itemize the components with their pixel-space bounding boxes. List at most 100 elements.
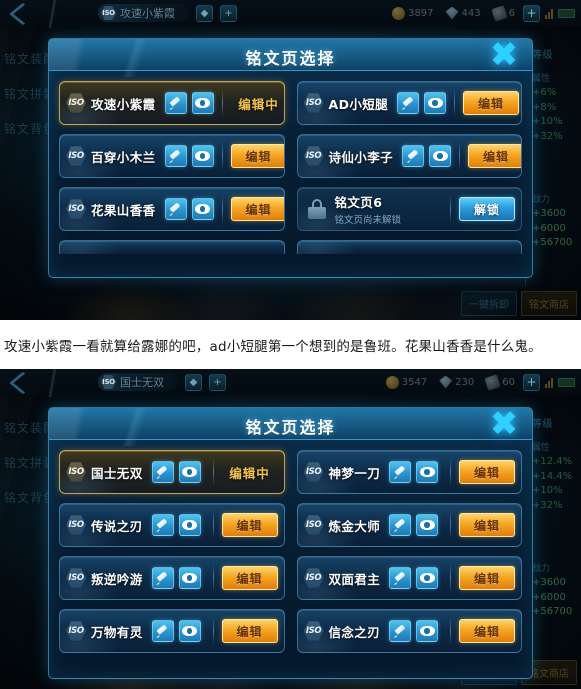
add-resource-button[interactable]: + — [523, 4, 540, 22]
rune-page-card[interactable]: ISO 国士无双 编辑中 — [59, 450, 285, 494]
resource-ticket[interactable]: 60 — [484, 373, 515, 391]
preview-eye-icon[interactable] — [178, 461, 201, 483]
rune-page-card[interactable]: ISO 百穿小木兰 编辑 — [59, 134, 285, 178]
tag-icon[interactable]: ◆ — [185, 373, 202, 391]
divider — [454, 89, 456, 117]
iso-badge-icon: ISO — [66, 621, 86, 641]
stat-value: +14.4% — [532, 470, 573, 482]
back-button[interactable] — [0, 0, 68, 28]
iso-badge-icon: ISO — [66, 93, 86, 113]
preview-eye-icon[interactable] — [416, 620, 439, 642]
rename-pen-icon[interactable] — [164, 198, 187, 220]
resource-gold[interactable]: 3897 — [392, 6, 434, 20]
player-nameplate[interactable]: ISO 攻速小紫霞 — [98, 4, 189, 22]
edit-button[interactable]: 编辑 — [463, 91, 520, 115]
edit-button[interactable]: 编辑 — [459, 460, 515, 484]
pen-glyph — [156, 625, 169, 638]
edit-button[interactable]: 编辑 — [459, 566, 515, 590]
rune-page-card[interactable]: ISO 诗仙小李子 编辑 — [296, 134, 522, 178]
edit-button[interactable]: 编辑 — [468, 144, 522, 168]
rune-page-card-partial[interactable] — [296, 240, 522, 254]
page-root: ISO 攻速小紫霞 ◆ + 3897 443 6 + 铭文装配 铭文拼装 铭文背… — [0, 0, 581, 689]
gold-coin-icon — [392, 6, 406, 20]
player-nameplate[interactable]: ISO 国士无双 — [98, 373, 178, 391]
rune-page-card[interactable]: ISO 叛逆吟游 编辑 — [59, 556, 285, 600]
resource-gold[interactable]: 3547 — [385, 375, 427, 389]
unlock-button[interactable]: 解锁 — [459, 197, 515, 221]
rune-page-select-dialog: 铭文页选择 ✖ ISO 攻速小紫霞 编辑中 ISO AD小短腿 编辑 ISO 百… — [48, 38, 533, 278]
rune-shop-button[interactable]: 铭文商店 — [521, 291, 577, 316]
card-action: 编辑 — [214, 195, 284, 223]
edit-button[interactable]: 编辑 — [221, 513, 278, 537]
card-action: 编辑 — [214, 142, 284, 170]
stats-panel: 等级 属性 +12.4% +14.4% +10% +32% 战力 +3600 +… — [525, 415, 581, 655]
rename-pen-icon[interactable] — [151, 514, 174, 536]
stats-group1-label: 属性 — [532, 443, 551, 453]
iso-badge-icon: ISO — [66, 568, 86, 588]
resource-diamond[interactable]: 230 — [439, 375, 474, 389]
preview-eye-icon[interactable] — [191, 92, 214, 114]
preview-eye-icon[interactable] — [416, 514, 439, 536]
edit-button[interactable]: 编辑 — [230, 197, 284, 221]
preview-eye-icon[interactable] — [191, 198, 214, 220]
rune-page-card-locked[interactable]: 铭文页6 铭文页尚未解锁 解锁 — [296, 187, 522, 231]
preview-eye-icon[interactable] — [429, 145, 452, 167]
card-icon-buttons — [389, 514, 439, 536]
resource-diamond[interactable]: 443 — [445, 6, 481, 20]
card-icon-buttons — [389, 567, 439, 589]
edit-button[interactable]: 编辑 — [230, 144, 284, 168]
dismantle-all-button[interactable]: 一键拆卸 — [461, 291, 517, 316]
edit-button[interactable]: 编辑 — [459, 619, 515, 643]
pen-glyph — [402, 97, 415, 110]
rename-pen-icon[interactable] — [151, 461, 174, 483]
resource-counters: 3547 230 60 — [385, 373, 515, 391]
rename-pen-icon[interactable] — [402, 145, 425, 167]
card-icon-buttons — [389, 620, 439, 642]
rename-pen-icon[interactable] — [397, 92, 420, 114]
back-button[interactable] — [0, 369, 68, 397]
rename-pen-icon[interactable] — [151, 620, 174, 642]
rename-pen-icon[interactable] — [164, 145, 187, 167]
add-resource-button[interactable]: + — [523, 373, 540, 391]
eye-glyph — [419, 520, 435, 530]
rename-pen-icon[interactable] — [151, 567, 174, 589]
plus-icon[interactable]: + — [209, 373, 226, 391]
rename-pen-icon[interactable] — [389, 567, 412, 589]
rename-pen-icon[interactable] — [389, 461, 412, 483]
preview-eye-icon[interactable] — [178, 567, 201, 589]
preview-eye-icon[interactable] — [191, 145, 214, 167]
preview-eye-icon[interactable] — [416, 567, 439, 589]
rune-page-card-partial[interactable] — [59, 240, 285, 254]
preview-eye-icon[interactable] — [178, 620, 201, 642]
rename-pen-icon[interactable] — [164, 92, 187, 114]
pen-glyph — [169, 97, 182, 110]
rune-page-card[interactable]: ISO AD小短腿 编辑 — [296, 81, 522, 125]
preview-eye-icon[interactable] — [424, 92, 447, 114]
rename-pen-icon[interactable] — [389, 514, 412, 536]
close-icon[interactable]: ✖ — [484, 39, 524, 75]
plus-icon[interactable]: + — [220, 4, 237, 22]
rune-page-card[interactable]: ISO 花果山香香 编辑 — [59, 187, 285, 231]
rune-page-card[interactable]: ISO 传说之刃 编辑 — [59, 503, 285, 547]
preview-eye-icon[interactable] — [416, 461, 439, 483]
pen-glyph — [156, 519, 169, 532]
close-icon[interactable]: ✖ — [484, 408, 524, 444]
edit-button[interactable]: 编辑 — [459, 513, 515, 537]
rune-page-card[interactable]: ISO 神梦一刀 编辑 — [296, 450, 522, 494]
stat-value: +56700 — [532, 237, 573, 248]
rename-pen-icon[interactable] — [389, 620, 412, 642]
resource-ticket[interactable]: 6 — [490, 4, 515, 22]
rune-page-card[interactable]: ISO 信念之刃 编辑 — [296, 609, 522, 653]
rune-page-select-dialog: 铭文页选择 ✖ ISO 国士无双 编辑中 ISO 神梦一刀 编辑 ISO 传说之… — [48, 407, 533, 679]
rune-page-card[interactable]: ISO 攻速小紫霞 编辑中 — [59, 81, 285, 125]
edit-button[interactable]: 编辑 — [221, 566, 278, 590]
rune-page-card[interactable]: ISO 炼金大师 编辑 — [296, 503, 522, 547]
rune-page-card[interactable]: ISO 双面君主 编辑 — [296, 556, 522, 600]
edit-button[interactable]: 编辑 — [221, 619, 278, 643]
eye-glyph — [195, 204, 211, 214]
stats-gap — [532, 513, 581, 555]
preview-eye-icon[interactable] — [178, 514, 201, 536]
rune-page-card[interactable]: ISO 万物有灵 编辑 — [59, 609, 285, 653]
divider — [450, 195, 451, 223]
tag-icon[interactable]: ◆ — [196, 4, 213, 22]
